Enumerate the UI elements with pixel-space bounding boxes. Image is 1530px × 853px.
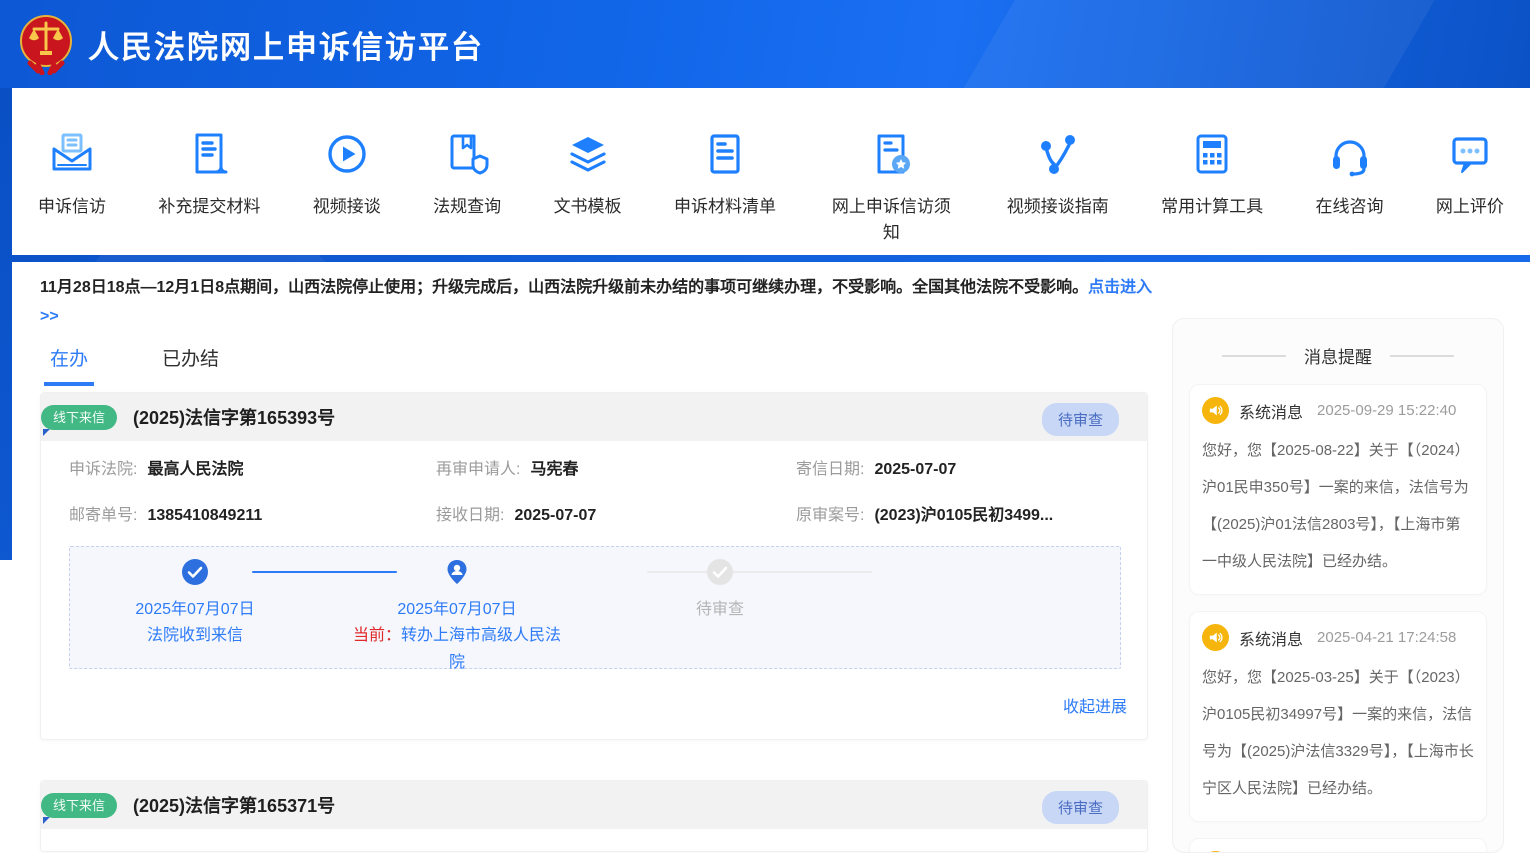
timeline-date: 2025年07月07日 bbox=[70, 595, 320, 619]
page-title: 人民法院网上申诉信访平台 bbox=[88, 22, 484, 67]
status-badge: 待审查 bbox=[1042, 403, 1119, 436]
petition-mail-icon bbox=[48, 130, 96, 178]
nav-item-calc-tools[interactable]: 常用计算工具 bbox=[1161, 88, 1263, 255]
law-book-icon bbox=[443, 130, 491, 178]
timeline-label: 法院收到来信 bbox=[70, 622, 320, 649]
main-content: 11月28日18点—12月1日8点期间，山西法院停止使用；升级完成后，山西法院升… bbox=[12, 262, 1530, 853]
message-panel-title: 消息提醒 bbox=[1304, 343, 1372, 368]
nav-label: 在线咨询 bbox=[1316, 194, 1384, 220]
notice-text: 11月28日18点—12月1日8点期间，山西法院停止使用；升级完成后，山西法院升… bbox=[40, 279, 1088, 296]
branch-icon bbox=[1034, 130, 1082, 178]
nav-label: 申诉材料清单 bbox=[674, 194, 776, 220]
comment-icon bbox=[1446, 130, 1494, 178]
nav-label: 视频接谈 bbox=[313, 194, 381, 220]
timeline-connector-done bbox=[252, 571, 397, 573]
nav-item-video-interview[interactable]: 视频接谈 bbox=[313, 88, 381, 255]
doc-star-icon bbox=[867, 130, 915, 178]
message-item[interactable]: 系统消息 2025-09-29 15:22:40 您好，您【2025-08-22… bbox=[1189, 384, 1487, 595]
offline-letter-badge: 线下来信 bbox=[41, 405, 117, 430]
case-fields: 申诉法院: 最高人民法院 再审申请人: 马宪春 寄信日期: 2025-07-07… bbox=[69, 455, 1129, 525]
nav-item-petition[interactable]: 申诉信访 bbox=[38, 88, 106, 255]
offline-letter-badge: 线下来信 bbox=[41, 793, 117, 818]
app-header: 人民法院网上申诉信访平台 bbox=[0, 0, 1530, 88]
message-time: 2025-09-29 15:22:40 bbox=[1317, 402, 1456, 419]
case-card[interactable]: 线下来信 (2025)法信字第165371号 待审查 bbox=[40, 780, 1148, 852]
layers-icon bbox=[564, 130, 612, 178]
message-header: 系统消息 2025-04-21 17:24:58 bbox=[1190, 612, 1486, 655]
calculator-icon bbox=[1188, 130, 1236, 178]
nav-item-video-guide[interactable]: 视频接谈指南 bbox=[1007, 88, 1109, 255]
video-play-icon bbox=[323, 130, 371, 178]
nav-item-supplement-material[interactable]: 补充提交材料 bbox=[158, 88, 260, 255]
check-circle-icon bbox=[182, 559, 208, 585]
collapse-progress-link[interactable]: 收起进展 bbox=[1063, 693, 1127, 717]
nav-item-online-review[interactable]: 网上评价 bbox=[1436, 88, 1504, 255]
case-card[interactable]: 线下来信 (2025)法信字第165393号 待审查 申诉法院: 最高人民法院 … bbox=[40, 392, 1148, 740]
field-mail-date: 寄信日期: 2025-07-07 bbox=[796, 455, 1129, 479]
dash-decoration bbox=[1222, 355, 1286, 357]
case-number: (2025)法信字第165371号 bbox=[133, 792, 335, 818]
message-source: 系统消息 bbox=[1239, 626, 1303, 650]
nav-label: 法规查询 bbox=[433, 194, 501, 220]
case-number: (2025)法信字第165393号 bbox=[133, 404, 335, 430]
message-panel: 消息提醒 系统消息 2025-09-29 15:22:40 您好，您【2025-… bbox=[1172, 318, 1504, 853]
speaker-icon bbox=[1202, 624, 1229, 651]
timeline-connector-pending bbox=[647, 571, 872, 573]
nav-label: 网上评价 bbox=[1436, 194, 1504, 220]
message-time: 2025-04-21 17:24:58 bbox=[1317, 629, 1456, 646]
message-source: 系统消息 bbox=[1239, 399, 1303, 423]
message-header: 系统消息 2025-09-29 15:22:40 bbox=[1190, 385, 1486, 428]
nav-label: 网上申诉信访须知 bbox=[828, 194, 954, 246]
current-prefix: 当前： bbox=[353, 627, 401, 644]
case-header: 线下来信 (2025)法信字第165393号 待审查 bbox=[41, 393, 1147, 441]
nav-item-material-list[interactable]: 申诉材料清单 bbox=[674, 88, 776, 255]
message-item[interactable]: 系统消息 2025-04-21 17:24:58 您好，您【2025-03-25… bbox=[1189, 611, 1487, 822]
page: 人民法院网上申诉信访平台 申诉信访 补充提交材料 视频接谈 bbox=[0, 0, 1530, 853]
nav-label: 文书模板 bbox=[554, 194, 622, 220]
message-header: 系统消息 2025-04-21 17:23:12 bbox=[1190, 839, 1486, 853]
field-original-case-no: 原审案号: (2023)沪0105民初3499... bbox=[796, 501, 1129, 525]
nav-item-petition-notice[interactable]: 网上申诉信访须知 bbox=[828, 88, 954, 255]
court-emblem-logo bbox=[16, 13, 76, 75]
tab-in-progress[interactable]: 在办 bbox=[44, 340, 94, 386]
tab-completed[interactable]: 已办结 bbox=[156, 340, 225, 386]
nav-label: 常用计算工具 bbox=[1161, 194, 1263, 220]
timeline-label: 当前：转办上海市高级人民法院 bbox=[352, 622, 562, 676]
field-petition-court: 申诉法院: 最高人民法院 bbox=[69, 455, 436, 479]
nav-item-doc-template[interactable]: 文书模板 bbox=[554, 88, 622, 255]
nav-label: 申诉信访 bbox=[38, 194, 106, 220]
supplement-doc-icon bbox=[185, 130, 233, 178]
case-header: 线下来信 (2025)法信字第165371号 待审查 bbox=[41, 781, 1147, 829]
nav-bar: 申诉信访 补充提交材料 视频接谈 法规查询 bbox=[12, 88, 1530, 255]
dash-decoration bbox=[1390, 355, 1454, 357]
message-body: 您好，您【2025-08-22】关于【（2024）沪01民申350号】一案的来信… bbox=[1190, 428, 1486, 594]
location-pin-icon bbox=[444, 559, 470, 585]
progress-timeline: 2025年07月07日 法院收到来信 2025年07月07日 当前：转办上海市高… bbox=[69, 546, 1121, 669]
case-tabs: 在办 已办结 bbox=[44, 340, 225, 386]
message-body: 您好，您【2025-03-25】关于【（2023）沪0105民初34997号】一… bbox=[1190, 655, 1486, 821]
nav-label: 补充提交材料 bbox=[158, 194, 260, 220]
doc-list-icon bbox=[701, 130, 749, 178]
field-receive-date: 接收日期: 2025-07-07 bbox=[436, 501, 796, 525]
nav-label: 视频接谈指南 bbox=[1007, 194, 1109, 220]
check-circle-gray-icon bbox=[707, 559, 733, 585]
message-item[interactable]: 系统消息 2025-04-21 17:23:12 bbox=[1189, 838, 1487, 853]
headset-icon bbox=[1326, 130, 1374, 178]
field-retrial-applicant: 再审申请人: 马宪春 bbox=[436, 455, 796, 479]
status-badge: 待审查 bbox=[1042, 791, 1119, 824]
current-label: 转办上海市高级人民法院 bbox=[401, 627, 561, 671]
message-panel-header: 消息提醒 bbox=[1189, 343, 1487, 368]
timeline-label: 待审查 bbox=[595, 595, 845, 619]
system-notice: 11月28日18点—12月1日8点期间，山西法院停止使用；升级完成后，山西法院升… bbox=[40, 273, 1158, 331]
nav-item-law-search[interactable]: 法规查询 bbox=[433, 88, 501, 255]
timeline-date: 2025年07月07日 bbox=[332, 595, 582, 619]
field-tracking-number: 邮寄单号: 1385410849211 bbox=[69, 501, 436, 525]
nav-item-online-consult[interactable]: 在线咨询 bbox=[1316, 88, 1384, 255]
speaker-icon bbox=[1202, 397, 1229, 424]
